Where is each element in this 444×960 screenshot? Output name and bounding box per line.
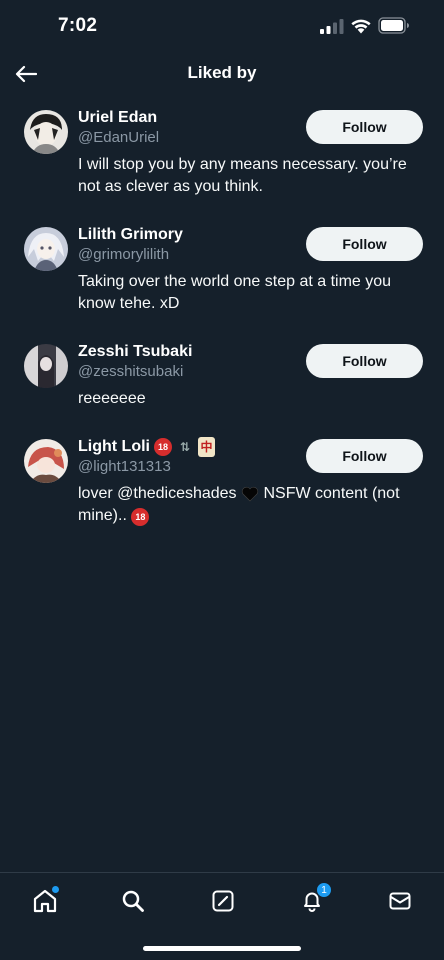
user-name[interactable]: Light Loli xyxy=(78,437,150,457)
nav-home[interactable] xyxy=(31,886,59,915)
no-under-18-badge: 18 xyxy=(153,438,172,456)
wifi-icon xyxy=(351,19,371,34)
page-title: Liked by xyxy=(187,63,257,82)
user-bio-text: lover @thediceshades xyxy=(78,485,237,502)
notification-count-badge: 1 xyxy=(316,882,332,898)
user-name[interactable]: Uriel Edan xyxy=(78,108,157,128)
list-item[interactable]: Uriel Edan @EdanUriel I will stop you by… xyxy=(0,100,444,217)
follow-button[interactable]: Follow xyxy=(306,439,423,473)
search-icon xyxy=(122,890,144,912)
unread-dot xyxy=(52,886,59,893)
mail-icon xyxy=(389,892,411,910)
avatar[interactable] xyxy=(24,344,68,388)
no-under-18-badge: 18 xyxy=(131,508,150,526)
list-item[interactable]: Light Loli 18 ⇅ 中 @light131313 lover @th… xyxy=(0,429,444,539)
user-bio: lover @thediceshades NSFW content (not m… xyxy=(78,483,424,527)
status-time: 7:02 xyxy=(58,15,98,36)
follow-button[interactable]: Follow xyxy=(306,344,423,378)
status-bar: 7:02 xyxy=(0,0,444,52)
avatar[interactable] xyxy=(24,439,68,483)
avatar[interactable] xyxy=(24,227,68,271)
home-indicator[interactable] xyxy=(143,946,301,951)
user-name[interactable]: Zesshi Tsubaki xyxy=(78,342,192,362)
user-bio: reeeeeee xyxy=(78,390,146,407)
user-name[interactable]: Lilith Grimory xyxy=(78,225,183,245)
compose-icon xyxy=(212,890,234,912)
user-bio: I will stop you by any means necessary. … xyxy=(78,156,407,195)
follow-button[interactable]: Follow xyxy=(306,110,423,144)
battery-icon xyxy=(378,17,409,34)
page-header: Liked by xyxy=(0,52,444,96)
nav-compose[interactable] xyxy=(209,887,237,915)
nav-search[interactable] xyxy=(119,887,147,915)
list-item[interactable]: Zesshi Tsubaki @zesshitsubaki reeeeeee F… xyxy=(0,334,444,429)
list-item[interactable]: Lilith Grimory @grimorylilith Taking ove… xyxy=(0,217,444,334)
cellular-signal-icon xyxy=(320,19,344,34)
follow-button[interactable]: Follow xyxy=(306,227,423,261)
user-bio: Taking over the world one step at a time… xyxy=(78,273,392,312)
avatar[interactable] xyxy=(24,110,68,154)
black-heart-icon xyxy=(241,486,259,502)
arrows-updown-icon: ⇅ xyxy=(179,440,191,454)
mahjong-tile-badge: 中 xyxy=(197,437,215,457)
liked-by-list: Uriel Edan @EdanUriel I will stop you by… xyxy=(0,100,444,539)
nav-notifications[interactable]: 1 xyxy=(298,882,332,915)
nav-messages[interactable] xyxy=(386,887,414,915)
